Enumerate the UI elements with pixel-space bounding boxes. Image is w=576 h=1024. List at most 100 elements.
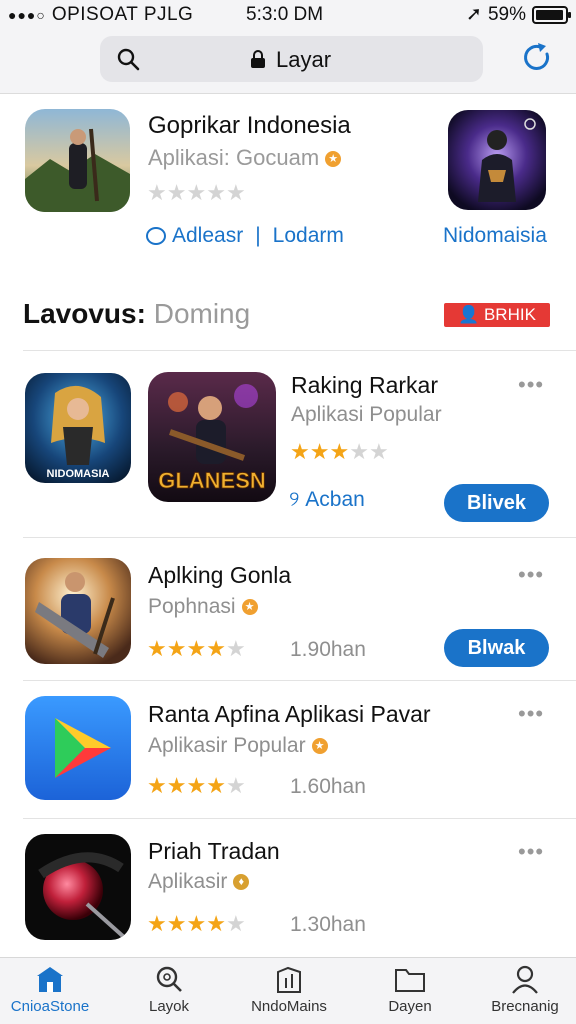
row2-title[interactable]: Aplking Gonla [148, 562, 291, 589]
row2-rating-count: 1.90han [290, 638, 366, 661]
star-icon: ★ [206, 636, 226, 661]
star-icon: ★ [147, 911, 167, 936]
nav-profile[interactable]: Brecnanig [470, 964, 576, 1015]
star-icon: ★ [186, 911, 207, 936]
star-icon: ★ [329, 439, 350, 464]
row4-app-icon[interactable] [25, 834, 131, 940]
more-icon[interactable]: ••• [518, 562, 544, 588]
star-icon: ★ [186, 773, 207, 798]
location-icon: ➚ [466, 4, 482, 25]
star-icon: ★ [166, 773, 187, 798]
row3-subtitle: Aplikasir Popular ★ [148, 734, 328, 758]
row2-app-icon[interactable] [25, 558, 131, 664]
row3-title[interactable]: Ranta Apfina Aplikasi Pavar [148, 701, 431, 728]
person-icon: 👤 [458, 305, 480, 324]
nav-store[interactable]: CnioaStone [0, 964, 105, 1015]
status-bar: ●●●○ OPISOAT PJLG 5:3:0 DM ➚ 59% [0, 0, 576, 28]
star-icon: ★ [206, 773, 226, 798]
row1-link[interactable]: ୨ Acban [289, 488, 365, 512]
row3-app-icon[interactable] [25, 696, 131, 800]
row1-rating: ★★★★★ [290, 439, 389, 465]
award-icon: ★ [241, 599, 258, 616]
featured-link-right[interactable]: Lodarm [273, 224, 344, 248]
row1-title[interactable]: Raking Rarkar [291, 372, 438, 399]
star-icon: ★ [309, 439, 330, 464]
section-badge[interactable]: 👤 BRHIK [444, 303, 550, 327]
featured-side-link[interactable]: Nidomaisia [443, 224, 547, 248]
section-header: Lavovus: Doming [23, 298, 250, 330]
star-icon: ★ [186, 636, 207, 661]
person-icon [512, 965, 538, 994]
more-icon[interactable]: ••• [518, 372, 544, 398]
signal-icon: ●●●○ [8, 7, 46, 23]
chart-icon [277, 966, 301, 993]
award-icon: ★ [325, 151, 342, 168]
featured-subtitle-text: Aplikasi: Gocuam [148, 145, 320, 170]
star-icon: ★ [368, 439, 389, 464]
star-icon: ★ [166, 911, 187, 936]
star-icon: ★ [166, 180, 187, 205]
star-icon: ★ [349, 439, 369, 464]
clock: 5:3:0 DM [246, 4, 324, 25]
star-icon: ★ [206, 180, 226, 205]
star-icon: ★ [290, 439, 310, 464]
address-text: Layar [276, 47, 332, 72]
carrier-label: OPISOAT PJLG [51, 4, 194, 25]
row4-subtitle: Aplikasir ♦ [148, 870, 250, 894]
nav-store-label: CnioaStone [10, 998, 90, 1015]
featured-links: Adleasr | Lodarm [146, 224, 344, 248]
row1-action-button[interactable]: Blivek [444, 484, 549, 522]
more-icon[interactable]: ••• [518, 701, 544, 727]
battery-icon [532, 5, 571, 24]
star-icon: ★ [147, 773, 167, 798]
featured-app-icon[interactable] [25, 109, 130, 212]
divider [23, 818, 576, 819]
star-icon: ★ [225, 773, 246, 798]
nav-files-label: Dayen [388, 998, 432, 1015]
featured-rating: ★★★★★ [147, 180, 246, 206]
top-bar: Layar [0, 28, 576, 94]
more-icon[interactable]: ••• [518, 839, 544, 865]
star-icon: ★ [147, 180, 167, 205]
featured-title[interactable]: Goprikar Indonesia [148, 112, 351, 140]
refresh-icon[interactable] [520, 40, 554, 74]
divider [23, 350, 576, 351]
nav-charts[interactable]: NndoMains [234, 964, 344, 1015]
row4-subtitle-text: Aplikasir [148, 870, 228, 893]
search-icon [156, 966, 182, 992]
row1-link-text: Acban [305, 488, 365, 511]
featured-link-left[interactable]: Adleasr [172, 224, 243, 248]
address-bar[interactable]: Layar [100, 36, 483, 82]
featured-side-app-icon[interactable] [448, 110, 546, 210]
row1-app-icon[interactable]: GLANESN [148, 372, 276, 502]
star-icon: ★ [225, 911, 246, 936]
battery-percent: 59% [487, 3, 526, 25]
row1-subtitle: Aplikasi Popular [291, 403, 442, 426]
row3-rating-count: 1.60han [290, 775, 366, 798]
row1-left-app-icon[interactable]: NIDOMASIA [25, 373, 131, 483]
row3-subtitle-text: Aplikasir Popular [148, 734, 306, 757]
star-icon: ★ [225, 180, 246, 205]
lock-icon [251, 50, 265, 68]
row2-action-button[interactable]: Blwak [444, 629, 549, 667]
row2-subtitle-text: Pophnasi [148, 595, 236, 618]
search-icon [117, 48, 140, 71]
award-icon: ★ [311, 738, 328, 755]
info-icon: ୨ [289, 488, 306, 511]
section-title: Lavovus: [23, 298, 146, 329]
trophy-icon: ♦ [233, 874, 250, 891]
section-badge-label: BRHIK [483, 305, 536, 324]
star-icon: ★ [225, 636, 246, 661]
row4-title[interactable]: Priah Tradan [148, 838, 280, 865]
row2-rating: ★★★★★ [147, 636, 246, 662]
row2-subtitle: Pophnasi ★ [148, 595, 258, 619]
carrier: ●●●○ OPISOAT PJLG [8, 4, 193, 26]
folder-icon [395, 969, 425, 992]
row3-rating: ★★★★★ [147, 773, 246, 799]
star-icon: ★ [186, 180, 207, 205]
nav-search[interactable]: Layok [114, 964, 224, 1015]
divider [23, 537, 576, 538]
nav-profile-label: Brecnanig [491, 998, 559, 1015]
row1-left-icon-label: NIDOMASIA [47, 468, 110, 480]
nav-files[interactable]: Dayen [355, 964, 465, 1015]
